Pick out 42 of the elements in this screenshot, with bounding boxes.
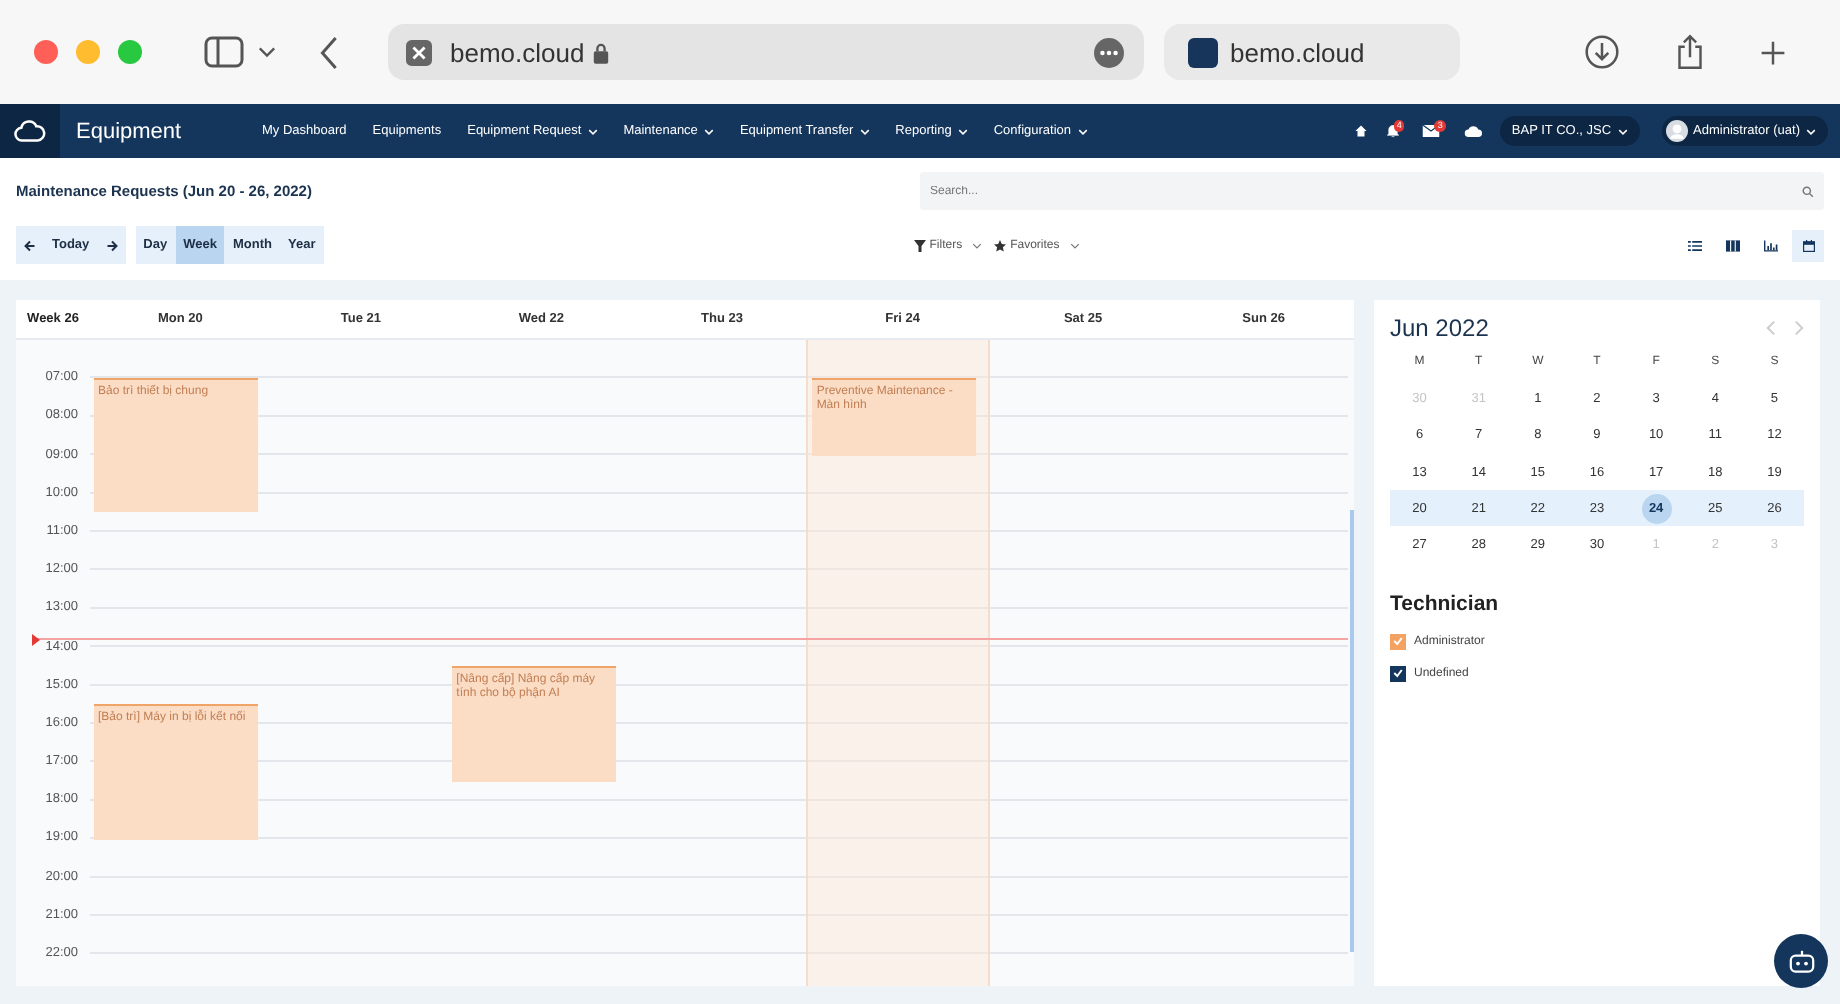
search-icon[interactable] [1802, 185, 1814, 197]
columns-icon [1725, 239, 1739, 251]
download-icon[interactable] [1584, 34, 1620, 70]
star-icon [994, 239, 1007, 251]
share-icon[interactable] [1676, 34, 1704, 70]
chevron-down-icon[interactable] [258, 46, 276, 58]
more-icon [1094, 37, 1124, 67]
cloud-icon [14, 120, 46, 142]
new-tab-icon[interactable] [1760, 39, 1786, 65]
list-icon [1687, 239, 1701, 251]
bell-icon[interactable] [1385, 124, 1400, 138]
technician-checkbox[interactable] [1390, 633, 1406, 650]
calendar-view-button[interactable] [1792, 229, 1824, 261]
arrow-left-icon [24, 239, 36, 251]
chevron-down-icon [1617, 127, 1628, 135]
close-tab-icon [406, 39, 432, 65]
address-bar[interactable]: bemo.cloud [388, 24, 1144, 80]
technician-checkbox[interactable] [1390, 665, 1406, 682]
calendar-icon [1801, 239, 1815, 251]
bar-chart-icon [1763, 239, 1777, 251]
app-logo-box[interactable] [0, 104, 60, 158]
zoom-window-dot[interactable] [118, 40, 142, 64]
chevron-down-icon [1069, 241, 1080, 249]
robot-icon [1785, 945, 1817, 977]
chevron-down-icon [972, 241, 983, 249]
browser-tab[interactable]: bemo.cloud [1164, 24, 1460, 80]
minimize-window-dot[interactable] [76, 40, 100, 64]
avatar-icon [1665, 120, 1688, 142]
month-title: Jun 2022 [1390, 314, 1489, 342]
back-icon[interactable] [320, 35, 340, 69]
filter-icon [913, 239, 926, 251]
chevron-down-icon [1806, 127, 1816, 135]
app-title: Equipment [76, 119, 184, 143]
close-window-dot[interactable] [34, 40, 58, 64]
technician-heading: Technician [1390, 591, 1501, 616]
cloud-icon[interactable] [1463, 124, 1482, 138]
scrollbar[interactable] [1350, 510, 1354, 952]
sidebar-icon[interactable] [204, 36, 244, 68]
arrow-right-icon [105, 239, 118, 251]
lock-icon [592, 41, 611, 63]
home-icon[interactable] [1353, 124, 1368, 138]
favicon-icon [1188, 37, 1218, 67]
